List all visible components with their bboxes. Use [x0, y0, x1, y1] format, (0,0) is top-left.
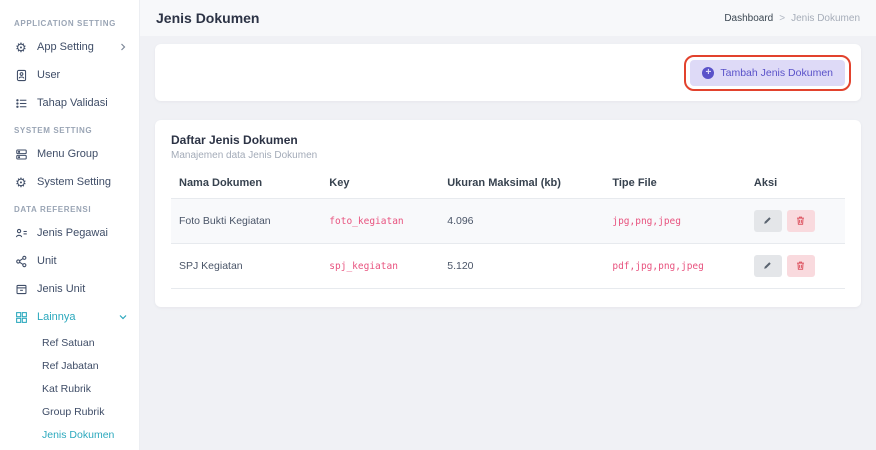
cell-ukuran-maksimal: 4.096: [439, 199, 604, 244]
toolbar-card: + Tambah Jenis Dokumen: [155, 44, 861, 101]
sidebar-subitem-ref-jabatan[interactable]: Ref Jabatan: [0, 354, 139, 377]
table-row: Foto Bukti Kegiatan foto_kegiatan 4.096 …: [171, 199, 845, 244]
topbar: Jenis Dokumen Dashboard > Jenis Dokumen: [140, 0, 876, 36]
sidebar-item-label: Lainnya: [37, 311, 76, 323]
jenis-dokumen-table: Nama Dokumen Key Ukuran Maksimal (kb) Ti…: [171, 171, 845, 289]
column-header-tipe-file: Tipe File: [604, 171, 746, 199]
cell-key: foto_kegiatan: [321, 199, 439, 244]
sidebar-subitem-ref-satuan[interactable]: Ref Satuan: [0, 331, 139, 354]
sidebar-item-menu-group[interactable]: Menu Group: [0, 140, 139, 168]
list-icon: [14, 96, 28, 110]
sidebar: APPLICATION SETTING ⚙ App Setting User T…: [0, 0, 140, 450]
column-header-aksi: Aksi: [746, 171, 845, 199]
gear-icon: ⚙: [14, 40, 28, 54]
sidebar-item-jenis-unit[interactable]: Jenis Unit: [0, 275, 139, 303]
app-window: APPLICATION SETTING ⚙ App Setting User T…: [0, 0, 876, 450]
column-header-ukuran-maksimal: Ukuran Maksimal (kb): [439, 171, 604, 199]
main-area: Jenis Dokumen Dashboard > Jenis Dokumen …: [140, 0, 876, 450]
red-highlight-annotation: + Tambah Jenis Dokumen: [684, 55, 851, 91]
id-card-icon: [14, 68, 28, 82]
column-header-key: Key: [321, 171, 439, 199]
sidebar-item-label: Jenis Pegawai: [37, 227, 108, 239]
table-header-row: Nama Dokumen Key Ukuran Maksimal (kb) Ti…: [171, 171, 845, 199]
sidebar-section-application-setting: APPLICATION SETTING: [0, 10, 139, 33]
sidebar-subitem-jenis-dokumen[interactable]: Jenis Dokumen: [0, 423, 139, 446]
breadcrumb: Dashboard > Jenis Dokumen: [724, 13, 860, 24]
sidebar-item-tahap-validasi[interactable]: Tahap Validasi: [0, 89, 139, 117]
sidebar-item-app-setting[interactable]: ⚙ App Setting: [0, 33, 139, 61]
sidebar-item-label: App Setting: [37, 41, 94, 53]
card-subtitle: Manajemen data Jenis Dokumen: [171, 150, 845, 161]
plus-circle-icon: +: [702, 67, 714, 79]
pencil-icon: [762, 214, 773, 229]
share-nodes-icon: [14, 254, 28, 268]
sidebar-item-lainnya[interactable]: Lainnya: [0, 303, 139, 331]
gear-icon: ⚙: [14, 175, 28, 189]
delete-button[interactable]: [787, 210, 815, 232]
sidebar-item-label: User: [37, 69, 60, 81]
edit-button[interactable]: [754, 255, 782, 277]
trash-icon: [795, 214, 806, 229]
grid-icon: [14, 310, 28, 324]
column-header-nama-dokumen: Nama Dokumen: [171, 171, 321, 199]
pencil-icon: [762, 259, 773, 274]
page-title: Jenis Dokumen: [156, 10, 259, 26]
cell-nama-dokumen: SPJ Kegiatan: [171, 244, 321, 289]
breadcrumb-dashboard[interactable]: Dashboard: [724, 13, 773, 24]
user-list-icon: [14, 226, 28, 240]
sidebar-subitem-group-rubrik[interactable]: Group Rubrik: [0, 400, 139, 423]
sidebar-item-label: System Setting: [37, 176, 111, 188]
sidebar-item-system-setting[interactable]: ⚙ System Setting: [0, 168, 139, 196]
sidebar-item-unit[interactable]: Unit: [0, 247, 139, 275]
chevron-right-icon: [119, 43, 127, 51]
sidebar-item-label: Jenis Unit: [37, 283, 85, 295]
breadcrumb-separator: >: [779, 13, 785, 24]
content: + Tambah Jenis Dokumen Daftar Jenis Doku…: [140, 36, 876, 315]
sidebar-section-system-setting: SYSTEM SETTING: [0, 117, 139, 140]
breadcrumb-current: Jenis Dokumen: [791, 13, 860, 24]
sidebar-item-label: Unit: [37, 255, 57, 267]
sidebar-item-label: Tahap Validasi: [37, 97, 108, 109]
sidebar-item-user[interactable]: User: [0, 61, 139, 89]
archive-icon: [14, 282, 28, 296]
chevron-down-icon: [119, 313, 127, 321]
jenis-dokumen-list-card: Daftar Jenis Dokumen Manajemen data Jeni…: [155, 120, 861, 307]
add-button-label: Tambah Jenis Dokumen: [720, 67, 833, 79]
server-icon: [14, 147, 28, 161]
cell-ukuran-maksimal: 5.120: [439, 244, 604, 289]
cell-tipe-file: jpg,png,jpeg: [604, 199, 746, 244]
add-jenis-dokumen-button[interactable]: + Tambah Jenis Dokumen: [690, 60, 845, 86]
sidebar-item-jenis-pegawai[interactable]: Jenis Pegawai: [0, 219, 139, 247]
sidebar-item-label: Menu Group: [37, 148, 98, 160]
table-row: SPJ Kegiatan spj_kegiatan 5.120 pdf,jpg,…: [171, 244, 845, 289]
cell-nama-dokumen: Foto Bukti Kegiatan: [171, 199, 321, 244]
trash-icon: [795, 259, 806, 274]
edit-button[interactable]: [754, 210, 782, 232]
cell-key: spj_kegiatan: [321, 244, 439, 289]
cell-tipe-file: pdf,jpg,png,jpeg: [604, 244, 746, 289]
sidebar-subitem-kat-rubrik[interactable]: Kat Rubrik: [0, 377, 139, 400]
sidebar-section-data-referensi: DATA REFERENSI: [0, 196, 139, 219]
card-title: Daftar Jenis Dokumen: [171, 133, 845, 147]
delete-button[interactable]: [787, 255, 815, 277]
